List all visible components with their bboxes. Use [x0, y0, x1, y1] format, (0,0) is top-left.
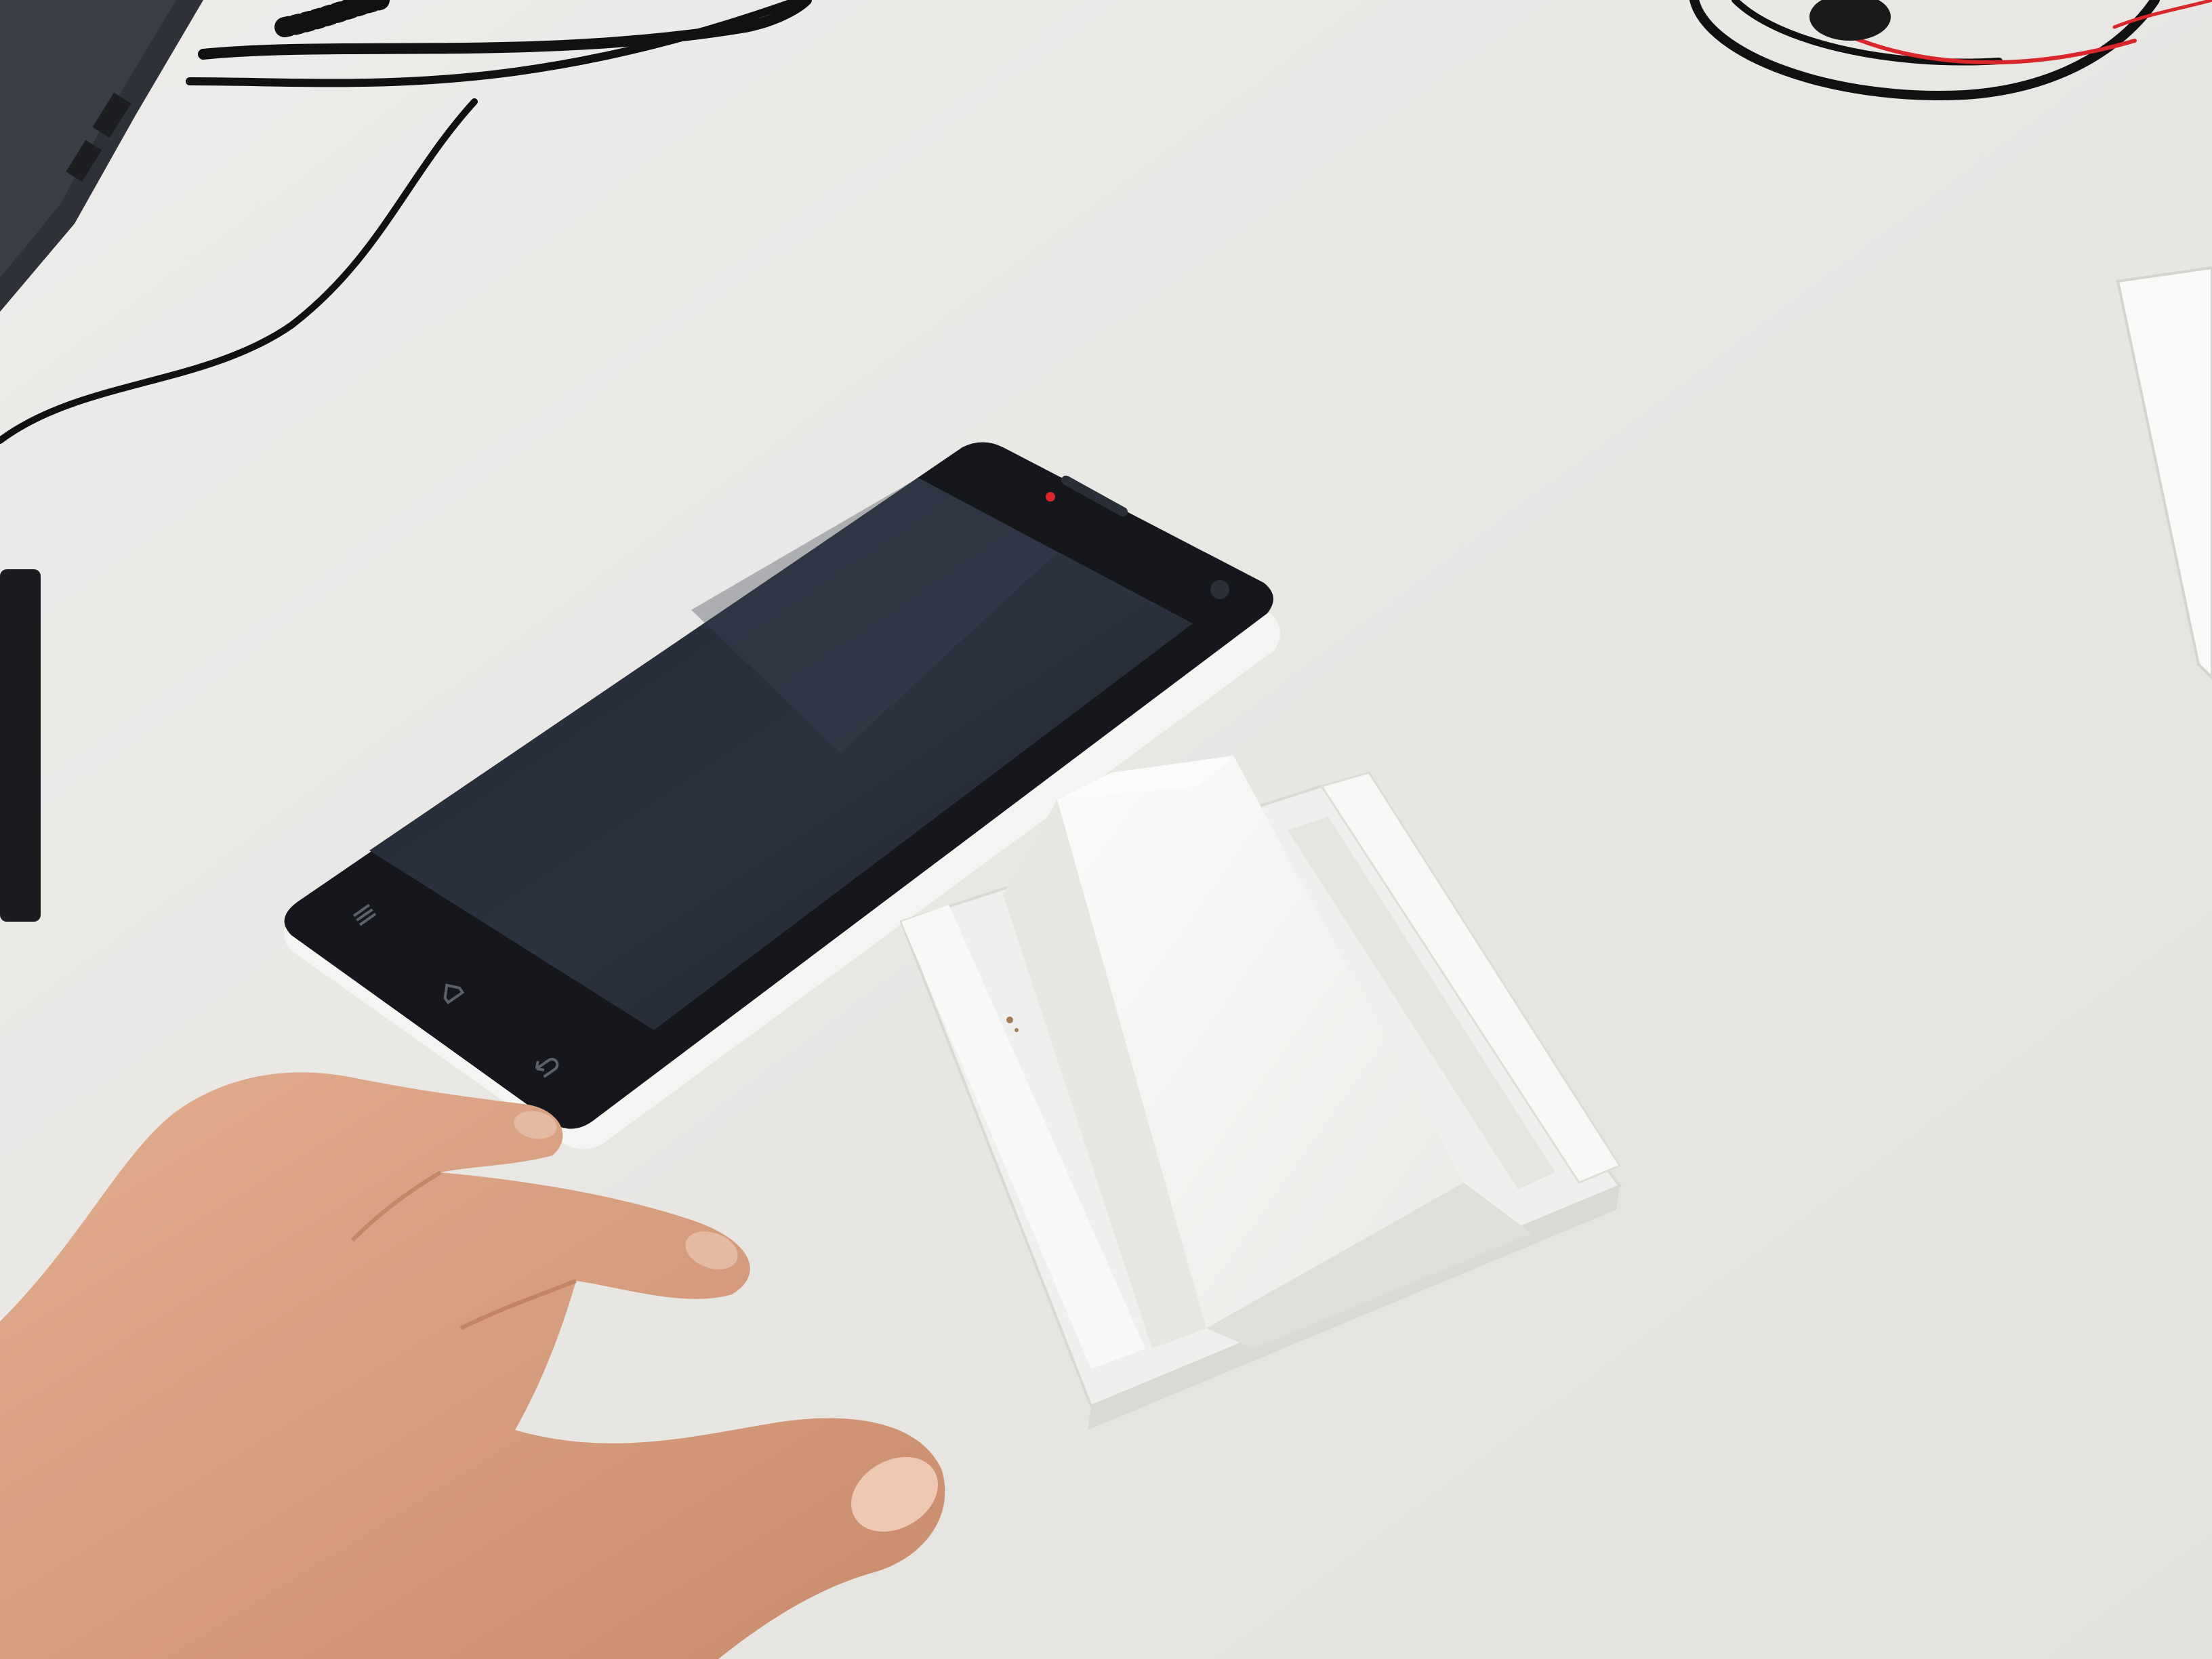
left-edge-object [0, 569, 41, 922]
phone-notification-led [1046, 492, 1055, 501]
photo-scene [0, 0, 2212, 1659]
phone-front-camera [1210, 580, 1229, 599]
